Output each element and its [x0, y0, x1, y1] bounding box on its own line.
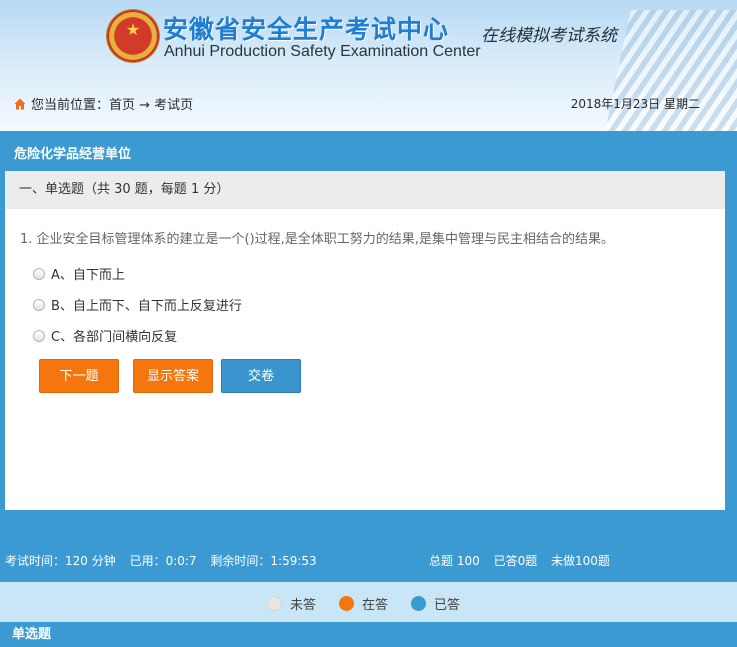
option-b[interactable]: B、自上而下、自下而上反复进行	[33, 295, 242, 314]
orange-dot-icon	[339, 596, 354, 611]
show-answer-button[interactable]: 显示答案	[133, 359, 213, 393]
radio-button[interactable]	[33, 298, 45, 311]
blue-dot-icon	[411, 596, 426, 611]
question-text: 1. 企业安全目标管理体系的建立是一个()过程,是全体职工努力的结果,是集中管理…	[20, 232, 614, 247]
legend-answered: 已答	[411, 594, 460, 613]
option-label: C、各部门间横向反复	[51, 330, 178, 345]
question-type-bar: 单选题	[5, 622, 727, 647]
exam-category: 危险化学品经营单位	[14, 147, 132, 162]
breadcrumb-text: 您当前位置：首页 → 考试页	[31, 98, 194, 113]
national-emblem-icon: ★	[107, 10, 159, 62]
option-label: A、自下而上	[51, 268, 125, 283]
timer-status: 考试时间：120 分钟 已用：0:0:7 剩余时间：1:59:53	[5, 552, 327, 569]
org-name-en: Anhui Production Safety Examination Cent…	[164, 43, 481, 60]
exam-time: 考试时间：120 分钟	[5, 554, 116, 568]
question-card: 一、单选题（共 30 题，每题 1 分） 1. 企业安全目标管理体系的建立是一个…	[5, 171, 725, 510]
answered-count: 已答0题	[493, 554, 538, 568]
legend-answering: 在答	[339, 594, 388, 613]
time-used: 已用：0:0:7	[129, 554, 197, 568]
radio-button[interactable]	[33, 267, 45, 280]
breadcrumb: 您当前位置：首页 → 考试页	[14, 94, 193, 113]
home-icon[interactable]	[14, 98, 26, 110]
legend-bar: 未答 在答 已答	[0, 582, 737, 622]
org-name-cn: 安徽省安全生产考试中心	[163, 16, 450, 44]
radio-button[interactable]	[33, 329, 45, 342]
unanswered-count: 未做100题	[551, 554, 610, 568]
submit-exam-button[interactable]: 交卷	[221, 359, 301, 393]
option-c[interactable]: C、各部门间横向反复	[33, 326, 177, 345]
option-a[interactable]: A、自下而上	[33, 264, 125, 283]
next-question-button[interactable]: 下一题	[39, 359, 119, 393]
header-decoration	[603, 10, 737, 131]
current-date: 2018年1月23日 星期二	[570, 97, 700, 111]
header: ★ 安徽省安全生产考试中心 Anhui Production Safety Ex…	[0, 0, 737, 131]
option-label: B、自上而下、自下而上反复进行	[51, 299, 242, 314]
star-icon: ★	[125, 20, 141, 39]
time-remaining: 剩余时间：1:59:53	[210, 554, 317, 568]
grey-dot-icon	[267, 596, 282, 611]
progress-status: 总题 100 已答0题 未做100题	[429, 552, 620, 569]
legend-not-answered: 未答	[267, 594, 316, 613]
section-heading: 一、单选题（共 30 题，每题 1 分）	[5, 171, 725, 209]
total-questions: 总题 100	[429, 554, 480, 568]
system-name: 在线模拟考试系统	[481, 26, 617, 46]
